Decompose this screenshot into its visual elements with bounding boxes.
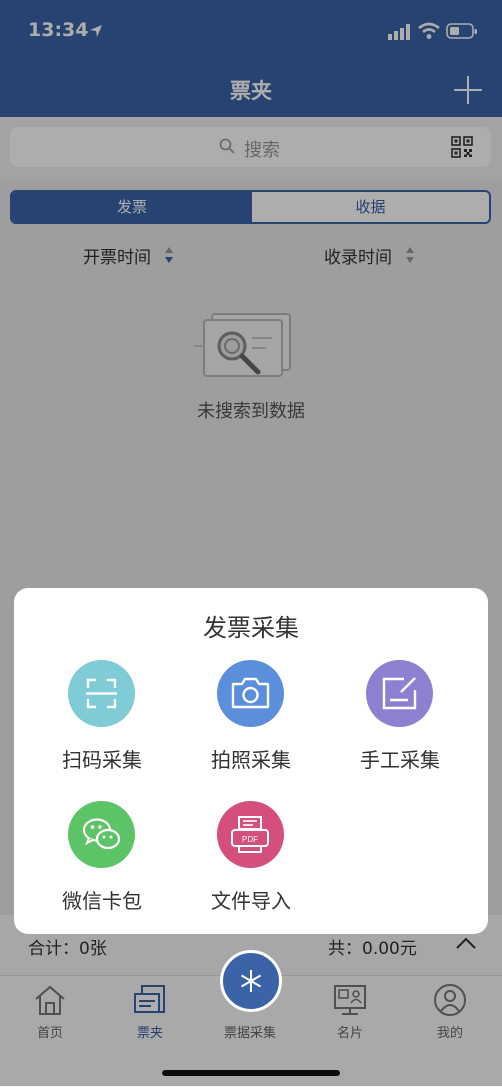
- wechat-card-button[interactable]: 微信卡包: [32, 801, 172, 921]
- sheet-title: 发票采集: [203, 614, 299, 642]
- scan-collect-button[interactable]: 扫码采集: [32, 660, 172, 780]
- action-label: 扫码采集: [62, 748, 142, 772]
- action-label: 拍照采集: [211, 748, 291, 772]
- asterisk-icon: [240, 970, 262, 992]
- wechat-icon: [68, 801, 135, 868]
- invoice-collect-sheet: 发票采集 扫码采集 拍照采集 手工采集 微信卡包 PDF 文件导入: [14, 588, 488, 934]
- pdf-file-icon: PDF: [217, 801, 284, 868]
- svg-text:PDF: PDF: [242, 835, 258, 844]
- action-label: 文件导入: [211, 889, 291, 913]
- edit-icon: [366, 660, 433, 727]
- action-label: 手工采集: [360, 748, 440, 772]
- manual-collect-button[interactable]: 手工采集: [330, 660, 470, 780]
- camera-icon: [217, 660, 284, 727]
- photo-collect-button[interactable]: 拍照采集: [181, 660, 321, 780]
- scan-icon: [68, 660, 135, 727]
- file-import-button[interactable]: PDF 文件导入: [181, 801, 321, 921]
- action-label: 微信卡包: [62, 889, 142, 913]
- collect-center-button[interactable]: [220, 950, 282, 1012]
